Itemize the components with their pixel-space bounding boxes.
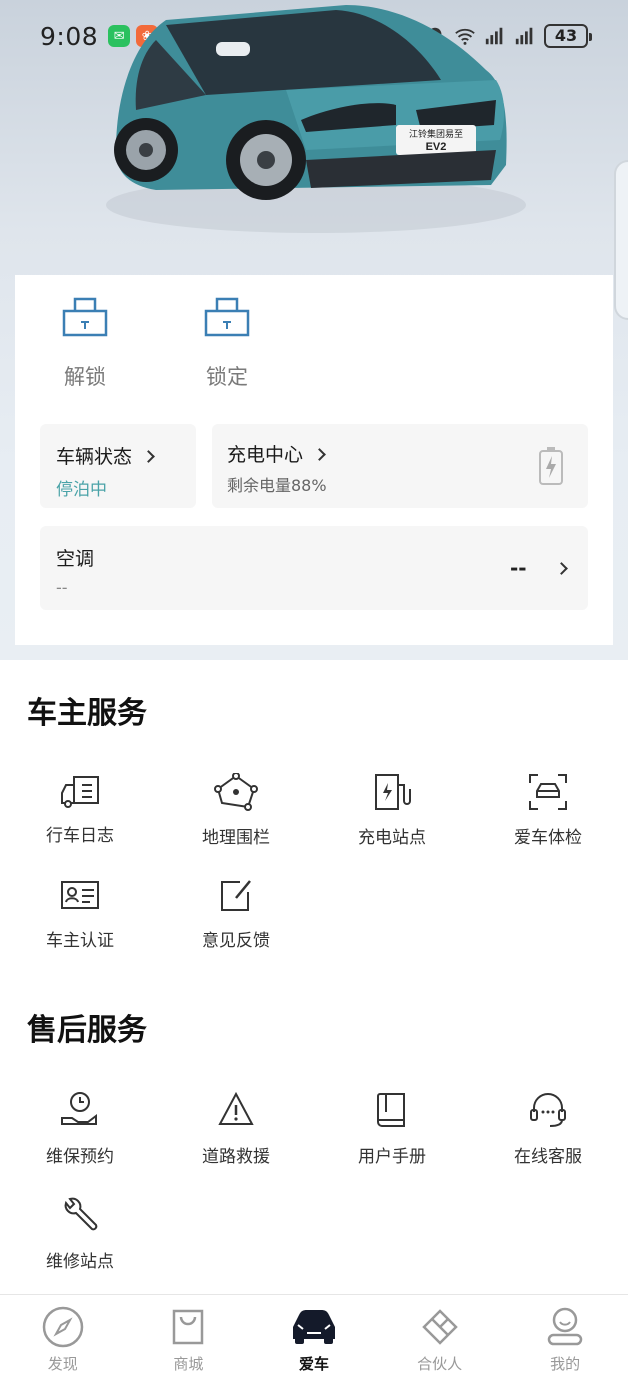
bottom-navigation: 发现 商城 爱车 合伙人 我的 xyxy=(0,1294,628,1380)
charging-remaining: 剩余电量88% xyxy=(227,476,327,495)
vehicle-status-tile[interactable]: 车辆状态 停泊中 xyxy=(40,424,196,508)
air-conditioner-title: 空调 xyxy=(56,548,95,570)
nav-mall-label: 商城 xyxy=(173,1355,204,1373)
road-rescue-button[interactable]: 道路救援 xyxy=(181,1090,291,1167)
charging-center-title: 充电中心 xyxy=(227,444,304,466)
charging-station-label: 充电站点 xyxy=(358,828,426,848)
repair-station-label: 维修站点 xyxy=(46,1252,114,1272)
badge-line-2: EV2 xyxy=(426,141,447,153)
lock-label: 锁定 xyxy=(206,365,248,389)
air-conditioner-temperature: -- xyxy=(510,556,527,580)
wrench-icon xyxy=(64,1197,98,1231)
chevron-right-icon xyxy=(142,450,155,463)
charging-station-icon xyxy=(375,774,411,810)
chevron-right-icon xyxy=(555,562,568,575)
vehicle-image: 江铃集团易至 EV2 xyxy=(106,5,526,233)
driving-log-button[interactable]: 行车日志 xyxy=(25,773,135,846)
battery-charging-icon xyxy=(539,447,563,485)
vehicle-control-card: 解锁 锁定 车辆状态 停泊中 充电中心 剩余电量88% 空调 -- -- xyxy=(15,275,613,645)
lock-button[interactable]: 锁定 xyxy=(177,295,277,391)
lock-icon xyxy=(204,297,250,337)
maintenance-booking-label: 维保预约 xyxy=(46,1147,114,1167)
chevron-right-icon xyxy=(313,448,326,461)
compass-icon xyxy=(42,1306,84,1348)
car-inspection-button[interactable]: 爱车体检 xyxy=(493,773,603,848)
feedback-label: 意见反馈 xyxy=(202,931,270,951)
maintenance-booking-icon xyxy=(61,1092,97,1125)
badge-line-1: 江铃集团易至 xyxy=(409,128,463,139)
owner-verification-label: 车主认证 xyxy=(46,931,114,951)
nav-my-car-label: 爱车 xyxy=(298,1355,329,1373)
car-scan-icon xyxy=(529,774,567,810)
feedback-button[interactable]: 意见反馈 xyxy=(181,878,291,951)
unlock-button[interactable]: 解锁 xyxy=(35,295,135,391)
side-drawer-handle[interactable] xyxy=(614,160,628,320)
owner-services-title: 车主服务 xyxy=(27,696,147,731)
shopping-bag-icon xyxy=(173,1309,204,1345)
manual-icon xyxy=(377,1093,405,1127)
nav-mall[interactable]: 商城 xyxy=(126,1295,252,1380)
nav-my-car[interactable]: 爱车 xyxy=(251,1295,377,1380)
air-conditioner-subtitle: -- xyxy=(56,578,68,597)
truck-log-icon xyxy=(61,776,99,808)
battery-indicator: 43 xyxy=(544,24,592,48)
charging-center-tile[interactable]: 充电中心 剩余电量88% xyxy=(212,424,588,508)
nav-partner[interactable]: 合伙人 xyxy=(377,1295,503,1380)
geofence-button[interactable]: 地理围栏 xyxy=(181,773,291,848)
status-time: 9:08 xyxy=(40,21,99,51)
unlock-icon xyxy=(62,297,108,337)
user-manual-button[interactable]: 用户手册 xyxy=(337,1090,447,1167)
maintenance-booking-button[interactable]: 维保预约 xyxy=(25,1090,135,1167)
vehicle-status-value: 停泊中 xyxy=(56,480,107,500)
nav-profile[interactable]: 我的 xyxy=(502,1295,628,1380)
nav-discover[interactable]: 发现 xyxy=(0,1295,126,1380)
id-card-icon xyxy=(61,881,99,909)
car-inspection-label: 爱车体检 xyxy=(514,828,582,848)
online-support-button[interactable]: 在线客服 xyxy=(493,1090,603,1167)
charging-station-button[interactable]: 充电站点 xyxy=(337,773,447,848)
repair-station-button[interactable]: 维修站点 xyxy=(25,1195,135,1272)
geofence-label: 地理围栏 xyxy=(202,828,270,848)
vehicle-status-title: 车辆状态 xyxy=(56,446,133,468)
road-rescue-label: 道路救援 xyxy=(202,1147,270,1167)
air-conditioner-tile[interactable]: 空调 -- -- xyxy=(40,526,588,610)
online-support-label: 在线客服 xyxy=(514,1147,582,1167)
nav-discover-label: 发现 xyxy=(47,1355,78,1373)
user-manual-label: 用户手册 xyxy=(358,1147,426,1167)
driving-log-label: 行车日志 xyxy=(46,826,114,846)
unlock-label: 解锁 xyxy=(64,365,106,389)
geofence-icon xyxy=(214,773,258,811)
owner-verification-button[interactable]: 车主认证 xyxy=(25,878,135,951)
after-sales-title: 售后服务 xyxy=(27,1013,147,1048)
feedback-icon xyxy=(221,880,251,911)
road-rescue-icon xyxy=(218,1091,254,1125)
nav-partner-label: 合伙人 xyxy=(417,1355,463,1373)
car-icon xyxy=(292,1310,335,1344)
partner-icon xyxy=(421,1309,458,1345)
headset-icon xyxy=(530,1093,566,1127)
profile-icon xyxy=(547,1307,583,1346)
nav-profile-label: 我的 xyxy=(550,1355,581,1373)
